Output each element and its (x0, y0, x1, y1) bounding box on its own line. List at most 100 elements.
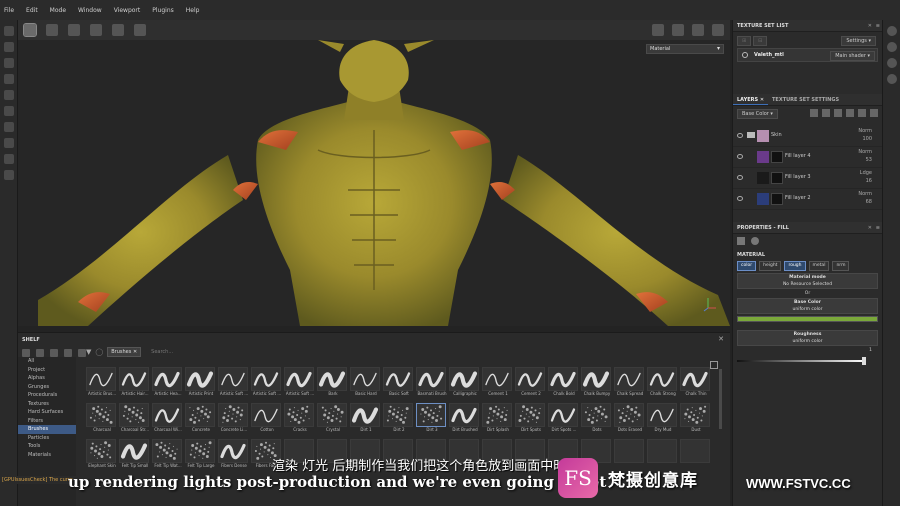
history-icon[interactable] (886, 58, 897, 68)
brush-item[interactable]: Basic Hard (350, 367, 382, 401)
brush-item[interactable]: Charcoal Str... (119, 403, 151, 437)
smudge-icon[interactable] (3, 90, 14, 100)
material-mode-box[interactable]: Material mode No Resource Selected (737, 273, 878, 289)
layer-row[interactable]: Fill layer 4 Norm 53 (733, 147, 882, 168)
search-input[interactable]: Search... (151, 349, 173, 355)
paint-brush-icon[interactable] (3, 26, 14, 36)
brush-item[interactable]: Crystal (317, 403, 349, 437)
shelf-category-item[interactable]: Alphas (18, 374, 76, 383)
toggle-a-button[interactable]: ⊞ (737, 36, 752, 46)
layer-row[interactable]: Fill layer 3 Ldge 16 (733, 168, 882, 189)
brush-item[interactable]: Charcoal Wi... (152, 403, 184, 437)
add-folder-icon[interactable] (858, 109, 866, 117)
add-paint-icon[interactable] (846, 109, 854, 117)
align-icon[interactable] (90, 24, 102, 36)
brush-item[interactable]: Artistic Soft ... (251, 367, 283, 401)
channel-dropdown[interactable]: Base Color ▾ (737, 109, 778, 119)
shelf-category-item[interactable]: Procedurals (18, 391, 76, 400)
display-settings-icon[interactable] (672, 24, 684, 36)
material-icon[interactable] (751, 237, 759, 245)
radio-icon[interactable] (742, 52, 748, 58)
menu-item[interactable]: Help (186, 7, 200, 14)
visibility-eye-icon[interactable] (737, 154, 743, 159)
menu-item[interactable]: Mode (50, 7, 66, 14)
brush-item[interactable]: Chalk Bold (548, 367, 580, 401)
texture-set-row[interactable]: Valeth_mtl Main shader ▾ (737, 48, 878, 62)
brush-item[interactable]: Felt Tip Large (185, 439, 217, 473)
display-icon[interactable] (886, 42, 897, 52)
brush-item[interactable]: Basmati Brush (416, 367, 448, 401)
shelf-category-item[interactable]: Grunges (18, 383, 76, 392)
save-icon[interactable] (50, 349, 58, 357)
brush-item[interactable]: Dirt Brushed (449, 403, 481, 437)
bake-icon[interactable] (3, 154, 14, 164)
3d-viewport[interactable]: Material (18, 40, 730, 326)
shelf-category-item[interactable]: Textures (18, 400, 76, 409)
brush-item[interactable]: Dirt Splash (482, 403, 514, 437)
layer-blend[interactable]: Norm 53 (858, 148, 872, 164)
brush-item[interactable]: Dirt 3 (416, 403, 448, 437)
material-picker-icon[interactable] (3, 122, 14, 132)
menu-item[interactable]: Plugins (152, 7, 174, 14)
brush-item[interactable]: Dry Mud (647, 403, 679, 437)
filter-tag[interactable]: Brushes ✕ (107, 347, 142, 357)
shading-mode-dropdown[interactable]: Material (646, 44, 724, 54)
menu-item[interactable]: Viewport (114, 7, 141, 14)
render-icon[interactable] (652, 24, 664, 36)
folder-icon[interactable] (22, 349, 30, 357)
layer-blend[interactable]: Ldge 16 (860, 169, 872, 185)
shelf-category-item[interactable]: Tools (18, 442, 76, 451)
menu-item[interactable]: File (4, 7, 14, 14)
brush-item[interactable]: Bark (317, 367, 349, 401)
brush-item[interactable]: Concrete Li... (218, 403, 250, 437)
import-icon[interactable] (78, 349, 86, 357)
brush-item[interactable]: Elephant Skin (86, 439, 118, 473)
brush-item[interactable]: Concrete (185, 403, 217, 437)
split-view-icon[interactable] (46, 24, 58, 36)
brush-item[interactable]: Dust (680, 403, 712, 437)
brush-item[interactable]: Dirt 1 (350, 403, 382, 437)
grid-toggle-icon[interactable] (710, 361, 718, 369)
camera-icon[interactable] (692, 24, 704, 36)
brush-item[interactable]: Felt Tip Small (119, 439, 151, 473)
brush-item[interactable]: Artistic Brus... (86, 367, 118, 401)
visibility-eye-icon[interactable] (737, 175, 743, 180)
info-icon[interactable] (886, 74, 897, 84)
visibility-eye-icon[interactable] (737, 133, 743, 138)
shelf-category-item[interactable]: All (18, 357, 76, 366)
fill-icon[interactable] (737, 237, 745, 245)
channel-chip[interactable]: rough (784, 261, 806, 271)
menu-icon[interactable]: ≡ (876, 20, 880, 32)
clone-icon[interactable] (3, 106, 14, 116)
roughness-slider[interactable] (737, 357, 878, 365)
brush-item[interactable]: Artistic Hea... (152, 367, 184, 401)
visibility-eye-icon[interactable] (737, 196, 743, 201)
filter-icon[interactable]: ▼ (86, 348, 91, 356)
brush-item[interactable]: Charcoal (86, 403, 118, 437)
eraser-icon[interactable] (3, 42, 14, 52)
folder-icon[interactable] (747, 132, 755, 138)
base-color-box[interactable]: Base Color uniform color (737, 298, 878, 314)
brush-item[interactable]: Dots (581, 403, 613, 437)
layer-blend[interactable]: Norm 100 (858, 127, 872, 143)
brush-item[interactable]: Cement 2 (515, 367, 547, 401)
projection-icon[interactable] (3, 58, 14, 68)
slider-handle[interactable] (862, 357, 866, 365)
shelf-category-item[interactable]: Particles (18, 434, 76, 443)
shelf-category-item[interactable]: Project (18, 366, 76, 375)
layer-row[interactable]: Fill layer 2 Norm 68 (733, 189, 882, 210)
export-icon[interactable] (3, 170, 14, 180)
brush-item[interactable]: Dirt Spots ... (548, 403, 580, 437)
shader-dropdown[interactable]: Main shader ▾ (830, 51, 875, 61)
tab-layers[interactable]: LAYERS ✕ (733, 94, 769, 105)
channel-chip[interactable]: color (737, 261, 757, 271)
texture-set-icon[interactable] (886, 26, 897, 36)
brush-item[interactable]: Cracks (284, 403, 316, 437)
shelf-category-item[interactable]: Brushes (18, 425, 76, 434)
brush-item[interactable]: Felt Tip Wat... (152, 439, 184, 473)
brush-item[interactable]: Artistic Print (185, 367, 217, 401)
layer-blend[interactable]: Norm 68 (858, 190, 872, 206)
add-effect-icon[interactable] (810, 109, 818, 117)
brush-item[interactable]: Dots Erased (614, 403, 646, 437)
layer-row[interactable]: Skin Norm 100 (733, 126, 882, 147)
